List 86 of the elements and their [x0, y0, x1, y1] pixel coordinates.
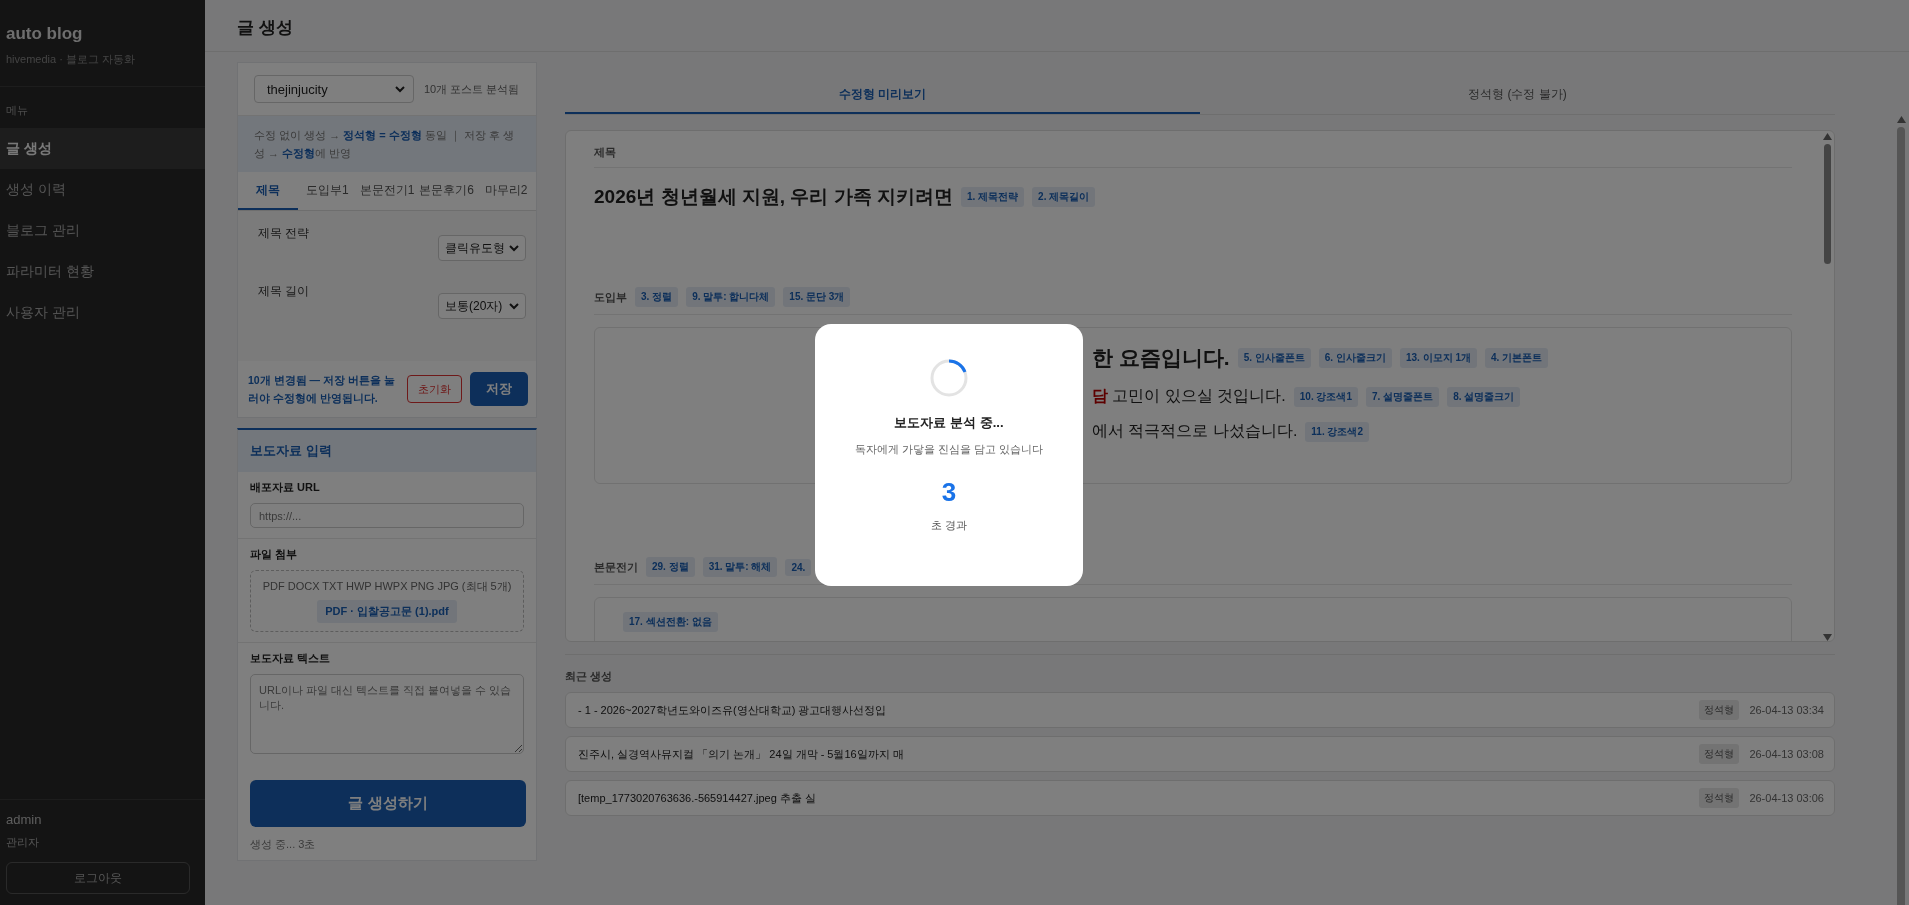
generate-button[interactable]: 글 생성하기 — [250, 780, 526, 827]
recent-item-time: 26-04-13 03:08 — [1749, 748, 1824, 760]
chevron-down-icon — [509, 302, 519, 310]
attached-file[interactable]: PDF · 입찰공고문 (1).pdf — [317, 600, 457, 623]
recent-title: 최근 생성 — [565, 669, 614, 684]
press-title: 보도자료 입력 — [238, 430, 536, 472]
nav-item[interactable]: 생성 이력 — [0, 169, 205, 210]
elapsed-seconds: 3 — [941, 477, 957, 508]
generation-status: 생성 중... 3초 — [249, 837, 317, 852]
page-scrollbar-thumb[interactable] — [1897, 127, 1905, 905]
parameter-tag: 6. 인사줄크기 — [1318, 348, 1392, 368]
parameter-tag: 3. 정렬 — [635, 287, 679, 307]
scroll-down-icon[interactable] — [1822, 634, 1832, 641]
recent-item[interactable]: - 1 - 2026~2027학년도와이즈유(영산대학교) 광고대행사선정입 정석형 26-04-13 03:34 — [565, 692, 1835, 728]
settings-tab[interactable]: 마무리2 — [476, 172, 536, 210]
parameter-tag: 17. 섹션전환: 없음 — [623, 612, 718, 632]
file-dropzone[interactable]: PDF DOCX TXT HWP HWPX PNG JPG (최대 5개) PDF · 입찰공고문 (1).pdf — [250, 570, 524, 632]
field-label: 제목 전략 — [258, 225, 310, 242]
file-hint: PDF DOCX TXT HWP HWPX PNG JPG (최대 5개) — [262, 579, 512, 594]
option-select[interactable]: 클릭유도형 — [438, 235, 526, 261]
field-label: 제목 길이 — [258, 283, 310, 300]
recent-item-title: [temp_1773020763636.-565914427.jpeg 추출 실 — [578, 790, 817, 806]
parameter-tag: 29. 정렬 — [646, 557, 695, 577]
recent-item-time: 26-04-13 03:06 — [1749, 792, 1824, 804]
reset-button[interactable]: 초기화 — [407, 375, 462, 403]
parameter-tag: 1. 제목전략 — [960, 187, 1025, 207]
parameter-tag: 9. 말투: 합니다체 — [686, 287, 776, 307]
parameter-tag: 11. 강조색2 — [1305, 421, 1370, 442]
parameter-tag: 24. — [785, 558, 812, 576]
section-label: 도입부 — [594, 289, 627, 305]
intro-text: 한 요즘입니다. — [1092, 345, 1230, 371]
parameter-tag: 5. 인사줄폰트 — [1237, 348, 1311, 368]
settings-tab[interactable]: 본문후기6 — [416, 172, 477, 210]
parameter-tag: 2. 제목길이 — [1032, 187, 1096, 207]
recent-item-title: 진주시, 실경역사뮤지컬 「의기 논개」 24일 개막 - 5월16일까지 매 — [578, 746, 905, 762]
dialog-subtitle: 독자에게 가닿을 진심을 담고 있습니다 — [854, 442, 1044, 457]
parameter-tag: 31. 말투: 해체 — [702, 557, 778, 577]
spinner-icon — [929, 358, 969, 398]
nav-item[interactable]: 글 생성 — [0, 128, 205, 169]
page-title: 글 생성 — [205, 0, 1909, 52]
parameter-tag: 4. 기본폰트 — [1484, 348, 1549, 368]
preview-tab[interactable]: 정석형 (수정 불가) — [1200, 78, 1835, 114]
intro-text: 에서 적극적으로 나섰습니다. — [1092, 421, 1298, 441]
post-title: 2026년 청년월세 지원, 우리 가족 지키려면 — [594, 185, 953, 209]
change-message: 10개 변경됨 — 저장 버튼을 눌러야 수정형에 반영됩니다. — [248, 373, 396, 406]
section-label: 제목 — [594, 145, 616, 160]
type-badge: 정석형 — [1699, 744, 1740, 764]
analyzed-count: 10개 포스트 분석됨 — [424, 81, 520, 97]
chevron-down-icon — [509, 244, 519, 252]
intro-text: 담 고민이 있으실 것입니다. — [1092, 386, 1286, 406]
type-badge: 정석형 — [1699, 700, 1740, 720]
scrollbar-thumb[interactable] — [1823, 144, 1831, 264]
logout-button[interactable]: 로그아웃 — [6, 862, 190, 894]
field-label: 파일 첨부 — [250, 547, 299, 562]
field-label: 배포자료 URL — [250, 480, 321, 495]
press-text-input[interactable]: URL이나 파일 대신 텍스트를 직접 붙여넣을 수 있습니다. — [250, 674, 524, 754]
scroll-up-icon[interactable] — [1896, 116, 1906, 123]
brand-name: auto blog — [6, 24, 84, 44]
parameter-tag: 13. 이모지 1개 — [1399, 348, 1477, 368]
settings-tab[interactable]: 본문전기1 — [357, 172, 417, 210]
nav-item[interactable]: 블로그 관리 — [0, 210, 205, 251]
elapsed-label: 초 경과 — [930, 518, 968, 533]
user-name: admin — [6, 812, 43, 827]
url-input[interactable]: https://... — [250, 503, 524, 528]
nav-item[interactable]: 사용자 관리 — [0, 292, 205, 333]
dialog-title: 보도자료 분석 중... — [894, 414, 1004, 432]
type-badge: 정석형 — [1699, 788, 1740, 808]
scroll-up-icon[interactable] — [1822, 133, 1832, 140]
field-label: 보도자료 텍스트 — [250, 651, 332, 666]
parameter-tag: 8. 설명줄크기 — [1447, 386, 1521, 407]
nav-item[interactable]: 파라미터 현황 — [0, 251, 205, 292]
parameter-tag: 15. 문단 3개 — [783, 287, 851, 307]
parameter-tag: 7. 설명줄폰트 — [1366, 386, 1440, 407]
user-role: 관리자 — [6, 835, 40, 850]
save-button[interactable]: 저장 — [470, 372, 528, 406]
recent-item-time: 26-04-13 03:34 — [1749, 704, 1824, 716]
chevron-down-icon — [395, 85, 405, 93]
settings-tab[interactable]: 도입부1 — [297, 172, 358, 210]
recent-item[interactable]: [temp_1773020763636.-565914427.jpeg 추출 실 정석형 26-04-13 03:06 — [565, 780, 1835, 816]
section-label: 본문전기 — [594, 559, 638, 575]
preview-tab[interactable]: 수정형 미리보기 — [565, 78, 1200, 114]
option-select[interactable]: 보통(20자) — [438, 293, 526, 319]
recent-item-title: - 1 - 2026~2027학년도와이즈유(영산대학교) 광고대행사선정입 — [578, 702, 888, 718]
parameter-tag: 10. 강조색1 — [1293, 386, 1359, 407]
blog-select[interactable]: thejinjucity — [254, 75, 414, 103]
recent-item[interactable]: 진주시, 실경역사뮤지컬 「의기 논개」 24일 개막 - 5월16일까지 매 정석형 26-04-13 03:08 — [565, 736, 1835, 772]
